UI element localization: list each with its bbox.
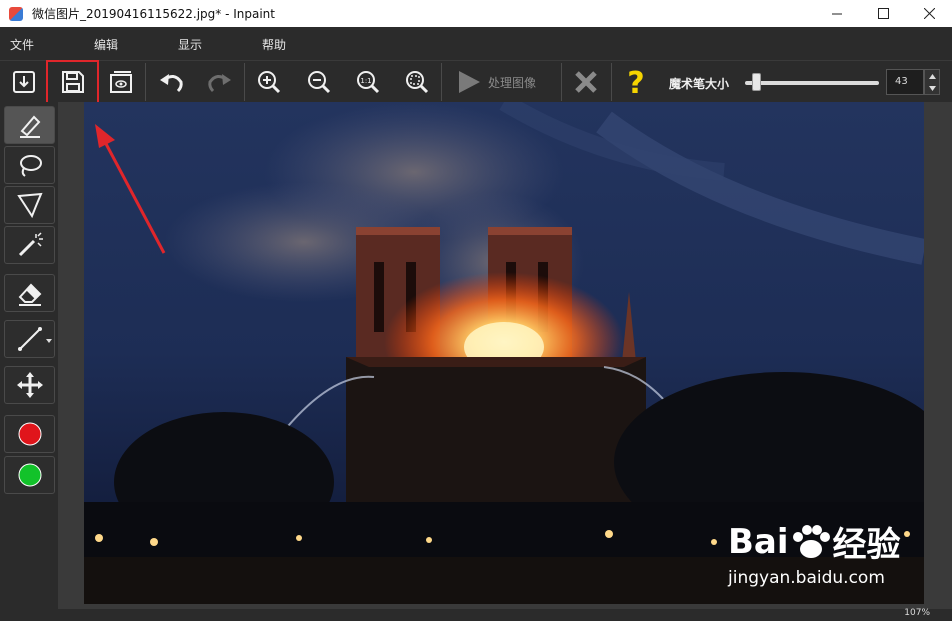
cancel-button[interactable] xyxy=(569,65,603,99)
help-button[interactable]: ? xyxy=(619,65,653,99)
open-icon xyxy=(13,71,35,93)
magic-wand-icon xyxy=(18,232,43,257)
zoom-fit-button[interactable] xyxy=(400,65,434,99)
watermark-brand-cn: 经验 xyxy=(832,525,901,565)
red-color-icon xyxy=(18,422,41,446)
spin-down-icon xyxy=(928,85,936,91)
preview-icon xyxy=(110,71,132,93)
eraser-icon xyxy=(18,283,41,306)
green-color-button[interactable] xyxy=(4,456,55,494)
zoom-fit-icon xyxy=(406,71,429,94)
move-tool[interactable] xyxy=(4,366,55,404)
redo-button[interactable] xyxy=(203,65,237,99)
magic-wand-tool[interactable] xyxy=(4,226,55,264)
move-icon xyxy=(16,372,43,398)
dropdown-arrow-icon xyxy=(46,339,52,343)
green-color-icon xyxy=(18,463,41,487)
app-icon xyxy=(9,6,23,21)
brush-size-slider-thumb[interactable] xyxy=(752,73,761,91)
close-icon xyxy=(923,8,935,19)
play-icon xyxy=(459,71,480,93)
lasso-icon xyxy=(19,155,42,177)
preview-button[interactable] xyxy=(104,65,138,99)
menu-file[interactable]: 文件 xyxy=(10,36,34,53)
zoom-actual-button[interactable]: 1:1 xyxy=(351,65,385,99)
polygon-lasso-icon xyxy=(16,192,43,219)
open-button[interactable] xyxy=(7,65,41,99)
line-tool[interactable] xyxy=(4,320,55,358)
svg-text:1:1: 1:1 xyxy=(360,77,371,85)
zoom-out-button[interactable] xyxy=(302,65,336,99)
brush-size-slider[interactable] xyxy=(745,81,879,85)
menu-view[interactable]: 显示 xyxy=(178,36,202,53)
line-icon xyxy=(17,327,42,351)
eraser-tool[interactable] xyxy=(4,274,55,312)
process-image-label: 处理图像 xyxy=(488,75,537,90)
zoom-level: 107% xyxy=(904,608,930,618)
zoom-in-button[interactable] xyxy=(252,65,286,99)
process-image-button[interactable]: 处理图像 xyxy=(446,65,558,99)
menu-bar: 文件 编辑 显示 帮助 xyxy=(0,27,952,60)
window-title: 微信图片_20190416115622.jpg* - Inpaint xyxy=(32,7,275,21)
tool-panel xyxy=(0,102,58,621)
brush-size-label: 魔术笔大小 xyxy=(669,77,730,91)
svg-text:?: ? xyxy=(627,67,644,97)
redo-icon xyxy=(208,74,231,93)
save-highlight-box xyxy=(46,60,99,107)
undo-button[interactable] xyxy=(154,65,188,99)
brush-size-input[interactable]: 43 xyxy=(886,69,924,95)
undo-icon xyxy=(160,74,183,93)
watermark-brand: Bai xyxy=(728,521,789,562)
window-controls xyxy=(814,0,952,27)
marker-icon xyxy=(19,115,40,138)
status-bar xyxy=(58,609,952,621)
menu-edit[interactable]: 编辑 xyxy=(94,36,118,53)
spin-up-icon xyxy=(928,73,936,79)
maximize-icon xyxy=(877,8,889,19)
help-icon: ? xyxy=(627,67,644,97)
brush-size-spinner[interactable] xyxy=(924,69,940,95)
maximize-button[interactable] xyxy=(860,0,906,27)
cancel-icon xyxy=(575,71,597,93)
red-color-button[interactable] xyxy=(4,415,55,453)
paw-icon xyxy=(792,524,830,558)
baidu-watermark: Bai 经验 jingyan.baidu.com xyxy=(728,517,901,589)
menu-help[interactable]: 帮助 xyxy=(262,36,286,53)
watermark-url: jingyan.baidu.com xyxy=(728,568,885,588)
close-button[interactable] xyxy=(906,0,952,27)
title-bar: 微信图片_20190416115622.jpg* - Inpaint xyxy=(0,0,952,27)
zoom-out-icon xyxy=(308,71,331,94)
minimize-button[interactable] xyxy=(814,0,860,27)
lasso-tool[interactable] xyxy=(4,146,55,184)
zoom-in-icon xyxy=(258,71,281,94)
toolbar: 1:1 处理图像 ? 魔术笔大小 43 xyxy=(0,60,952,102)
marker-tool[interactable] xyxy=(4,106,55,144)
polygon-lasso-tool[interactable] xyxy=(4,186,55,224)
minimize-icon xyxy=(831,13,842,15)
zoom-actual-icon: 1:1 xyxy=(357,71,380,94)
